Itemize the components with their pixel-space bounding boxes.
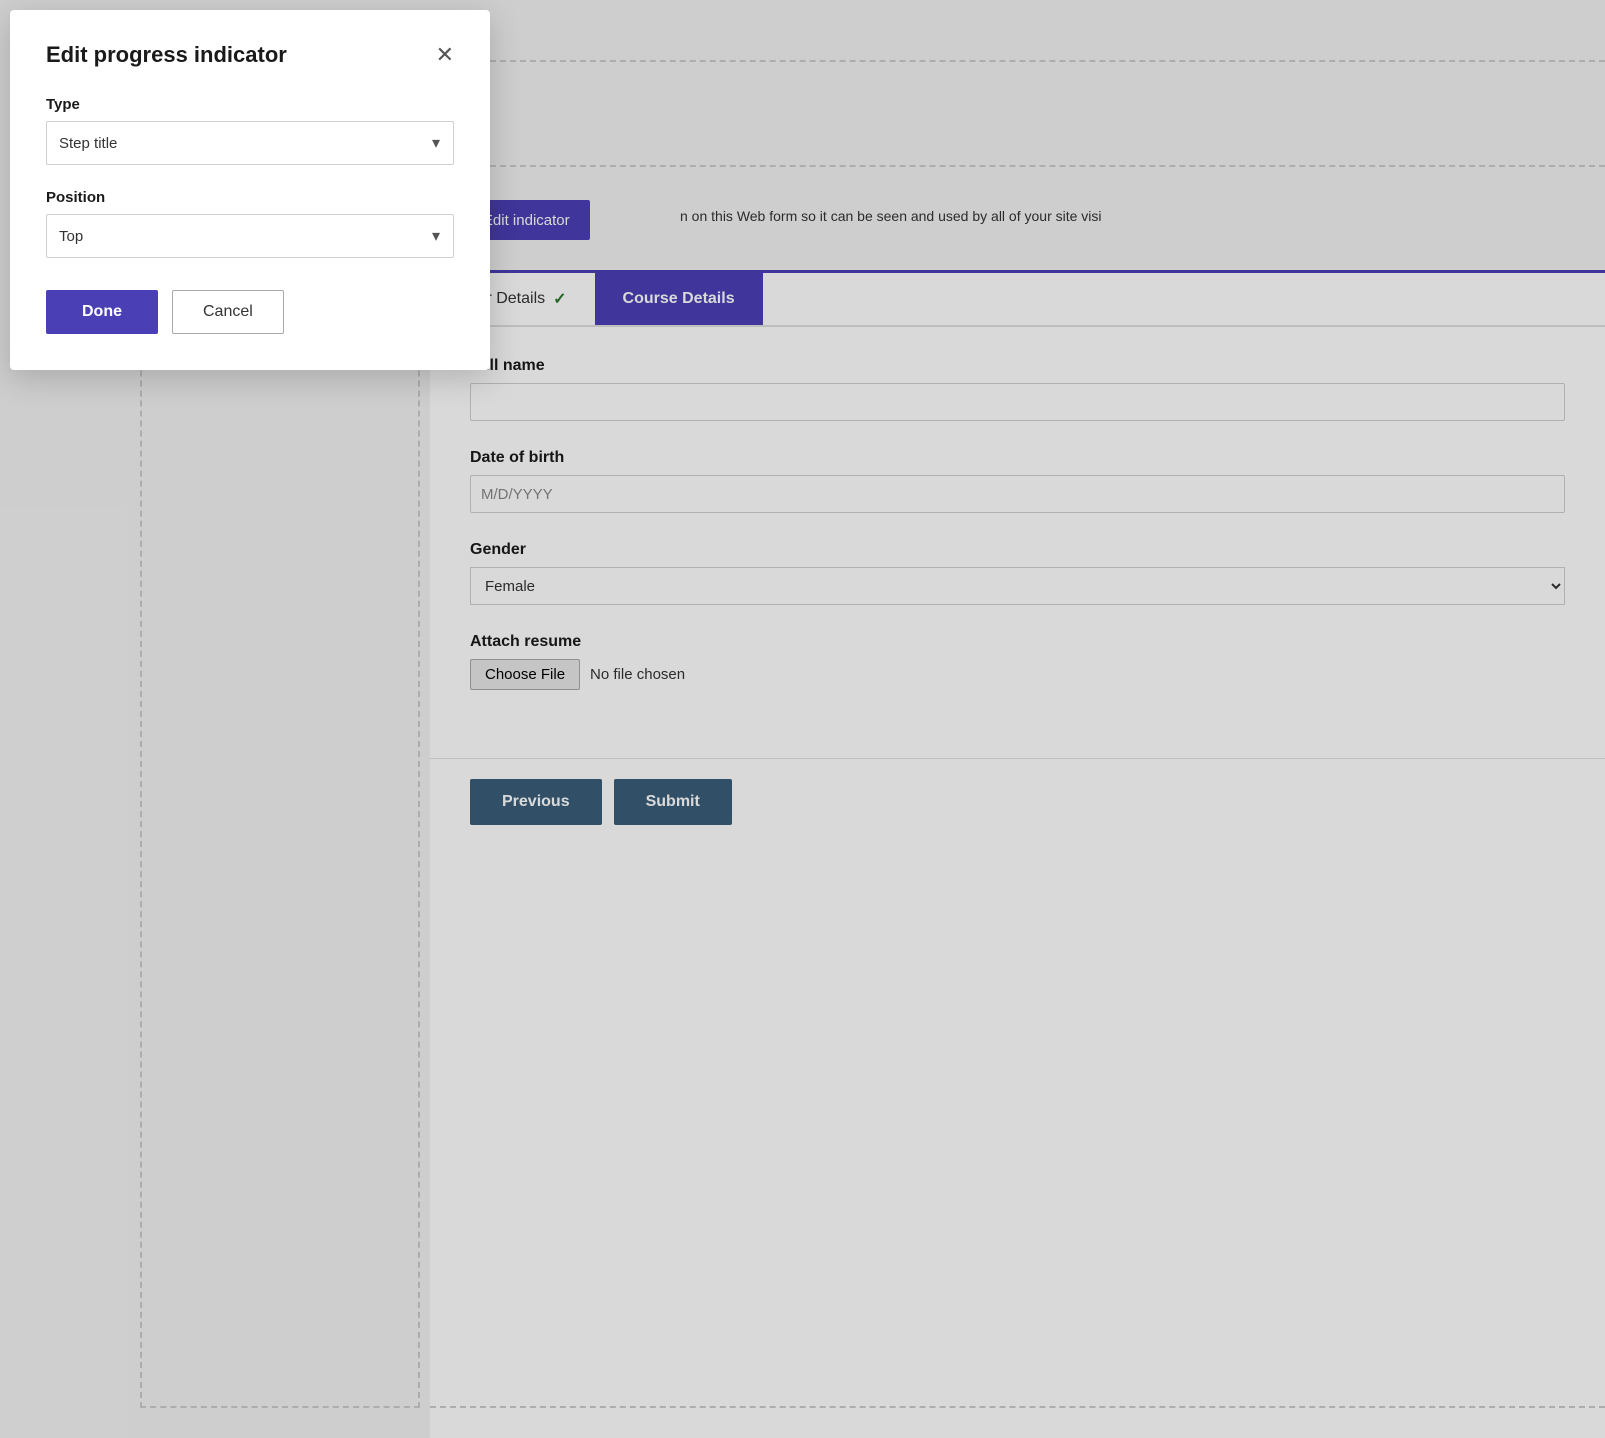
position-select[interactable]: Top Bottom Left Right: [46, 214, 454, 258]
position-label: Position: [46, 189, 454, 206]
position-field: Position Top Bottom Left Right: [46, 189, 454, 258]
position-select-wrapper: Top Bottom Left Right: [46, 214, 454, 258]
edit-progress-indicator-modal: Edit progress indicator ✕ Type Step titl…: [10, 10, 490, 370]
type-select[interactable]: Step title Step number Progress bar: [46, 121, 454, 165]
modal-close-button[interactable]: ✕: [436, 44, 454, 66]
cancel-button[interactable]: Cancel: [172, 290, 284, 334]
modal-buttons: Done Cancel: [46, 290, 454, 334]
modal-header: Edit progress indicator ✕: [46, 42, 454, 68]
type-select-wrapper: Step title Step number Progress bar: [46, 121, 454, 165]
type-label: Type: [46, 96, 454, 113]
done-button[interactable]: Done: [46, 290, 158, 334]
modal-title: Edit progress indicator: [46, 42, 287, 68]
type-field: Type Step title Step number Progress bar: [46, 96, 454, 165]
